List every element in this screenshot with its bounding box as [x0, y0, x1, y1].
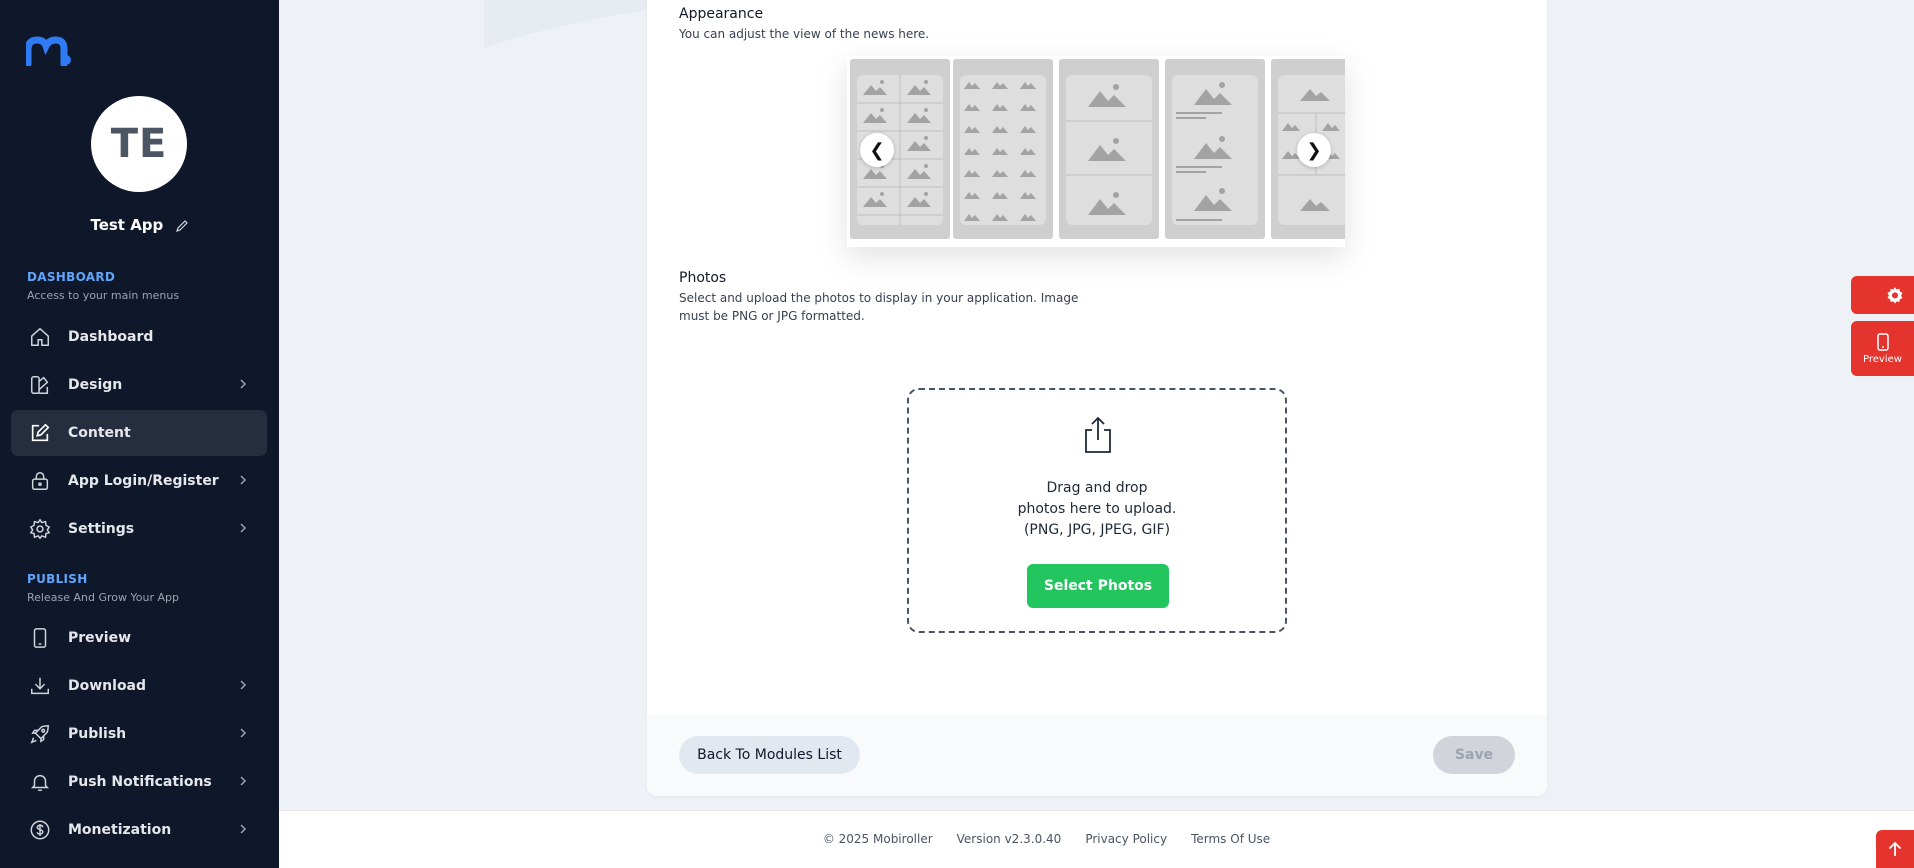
- chevron-right-icon: [240, 523, 247, 533]
- sidebar-item-label: Push Notifications: [68, 774, 212, 790]
- layout-preview-grid-3: [964, 82, 1036, 221]
- download-icon: [28, 674, 52, 698]
- terms-of-use-link[interactable]: Terms Of Use: [1191, 832, 1270, 846]
- bell-icon: [28, 770, 52, 794]
- layout-option-grid-3[interactable]: [953, 59, 1053, 239]
- chevron-right-icon: [240, 776, 247, 786]
- chevron-right-icon: [240, 728, 247, 738]
- select-photos-button[interactable]: Select Photos: [1027, 564, 1169, 608]
- chevron-right-icon: [240, 680, 247, 690]
- sidebar-item-label: Publish: [68, 726, 127, 742]
- layout-preview-image-with-text: [1176, 82, 1232, 221]
- sidebar-item-label: Preview: [68, 630, 132, 646]
- app-name-label: Test App: [90, 216, 164, 234]
- copyright-text: © 2025 Mobiroller: [822, 832, 933, 846]
- gear-icon: [1887, 287, 1903, 304]
- dropzone-line3: (PNG, JPG, JPEG, GIF): [1023, 522, 1171, 538]
- chevron-right-icon: [240, 824, 247, 834]
- sidebar-item-login[interactable]: App Login/Register: [11, 458, 267, 504]
- section-subtitle-dashboard: Access to your main menus: [27, 289, 180, 302]
- app-avatar[interactable]: TE: [91, 96, 187, 192]
- photos-description-line1: Select and upload the photos to display …: [679, 291, 1079, 305]
- scroll-to-top-button[interactable]: [1876, 830, 1914, 868]
- home-icon: [28, 325, 52, 349]
- chevron-right-icon: [240, 475, 247, 485]
- app-name[interactable]: Test App: [0, 216, 279, 234]
- carousel-next-button[interactable]: ❯: [1297, 133, 1331, 167]
- sidebar-item-dashboard[interactable]: Dashboard: [11, 314, 267, 360]
- sidebar-item-publish[interactable]: Publish: [11, 711, 267, 757]
- sidebar-item-label: Content: [68, 425, 131, 441]
- sidebar-item-label: Download: [68, 678, 147, 694]
- section-title-dashboard: DASHBOARD: [27, 270, 116, 284]
- sidebar-item-monetization[interactable]: Monetization: [11, 807, 267, 853]
- upload-icon: [1085, 416, 1111, 453]
- back-to-modules-button[interactable]: Back To Modules List: [679, 736, 860, 774]
- sidebar-item-download[interactable]: Download: [11, 663, 267, 709]
- floating-preview-label: Preview: [1863, 353, 1902, 365]
- sidebar-item-label: Dashboard: [68, 329, 154, 345]
- sidebar-item-label: Settings: [68, 521, 135, 537]
- sidebar-item-content[interactable]: Content: [11, 410, 267, 456]
- dropzone-line2: photos here to upload.: [1017, 501, 1177, 517]
- carousel-prev-button[interactable]: ❮: [860, 133, 894, 167]
- dropzone-line1: Drag and drop: [1046, 480, 1148, 496]
- sidebar-item-push-notifications[interactable]: Push Notifications: [11, 759, 267, 805]
- privacy-policy-link[interactable]: Privacy Policy: [1085, 832, 1167, 846]
- sidebar-item-design[interactable]: Design: [11, 362, 267, 408]
- photos-description-line2: must be PNG or JPG formatted.: [679, 309, 865, 323]
- mobiroller-logo[interactable]: [26, 36, 72, 66]
- appearance-description: You can adjust the view of the news here…: [679, 27, 930, 41]
- version-text: Version v2.3.0.40: [956, 832, 1062, 846]
- arrow-up-icon: [1888, 841, 1902, 856]
- section-subtitle-publish: Release And Grow Your App: [27, 591, 179, 604]
- floating-settings-button[interactable]: [1851, 276, 1914, 314]
- page-footer: © 2025 Mobiroller Version v2.3.0.40 Priv…: [279, 810, 1914, 868]
- photos-title: Photos: [679, 270, 727, 286]
- lock-icon: [28, 469, 52, 493]
- sidebar-item-preview[interactable]: Preview: [11, 615, 267, 661]
- layout-option-full-image[interactable]: [1059, 59, 1159, 239]
- section-title-publish: PUBLISH: [27, 572, 88, 586]
- appearance-title: Appearance: [679, 6, 764, 22]
- sidebar-item-label: Design: [68, 377, 123, 393]
- sidebar: TE Test App DASHBOARD Access to your mai…: [0, 0, 279, 868]
- smartphone-icon: [1876, 332, 1889, 351]
- dollar-icon: [28, 818, 52, 842]
- dropzone-text: Drag and drop photos here to upload. (PN…: [909, 478, 1285, 541]
- chevron-right-icon: [240, 379, 247, 389]
- photo-dropzone[interactable]: Drag and drop photos here to upload. (PN…: [907, 388, 1287, 633]
- pencil-icon[interactable]: [175, 219, 189, 233]
- layout-preview-full-image: [1066, 84, 1152, 215]
- rocket-icon: [28, 722, 52, 746]
- palette-icon: [28, 373, 52, 397]
- sidebar-item-label: Monetization: [68, 822, 172, 838]
- save-button[interactable]: Save: [1433, 736, 1515, 774]
- edit-icon: [28, 421, 52, 445]
- floating-preview-button[interactable]: Preview: [1851, 321, 1914, 376]
- appearance-carousel[interactable]: ❮ ❯: [847, 56, 1345, 247]
- sidebar-item-settings[interactable]: Settings: [11, 506, 267, 552]
- gear-icon: [28, 517, 52, 541]
- sidebar-item-label: App Login/Register: [68, 473, 219, 489]
- smartphone-icon: [28, 626, 52, 650]
- layout-option-image-with-text[interactable]: [1165, 59, 1265, 239]
